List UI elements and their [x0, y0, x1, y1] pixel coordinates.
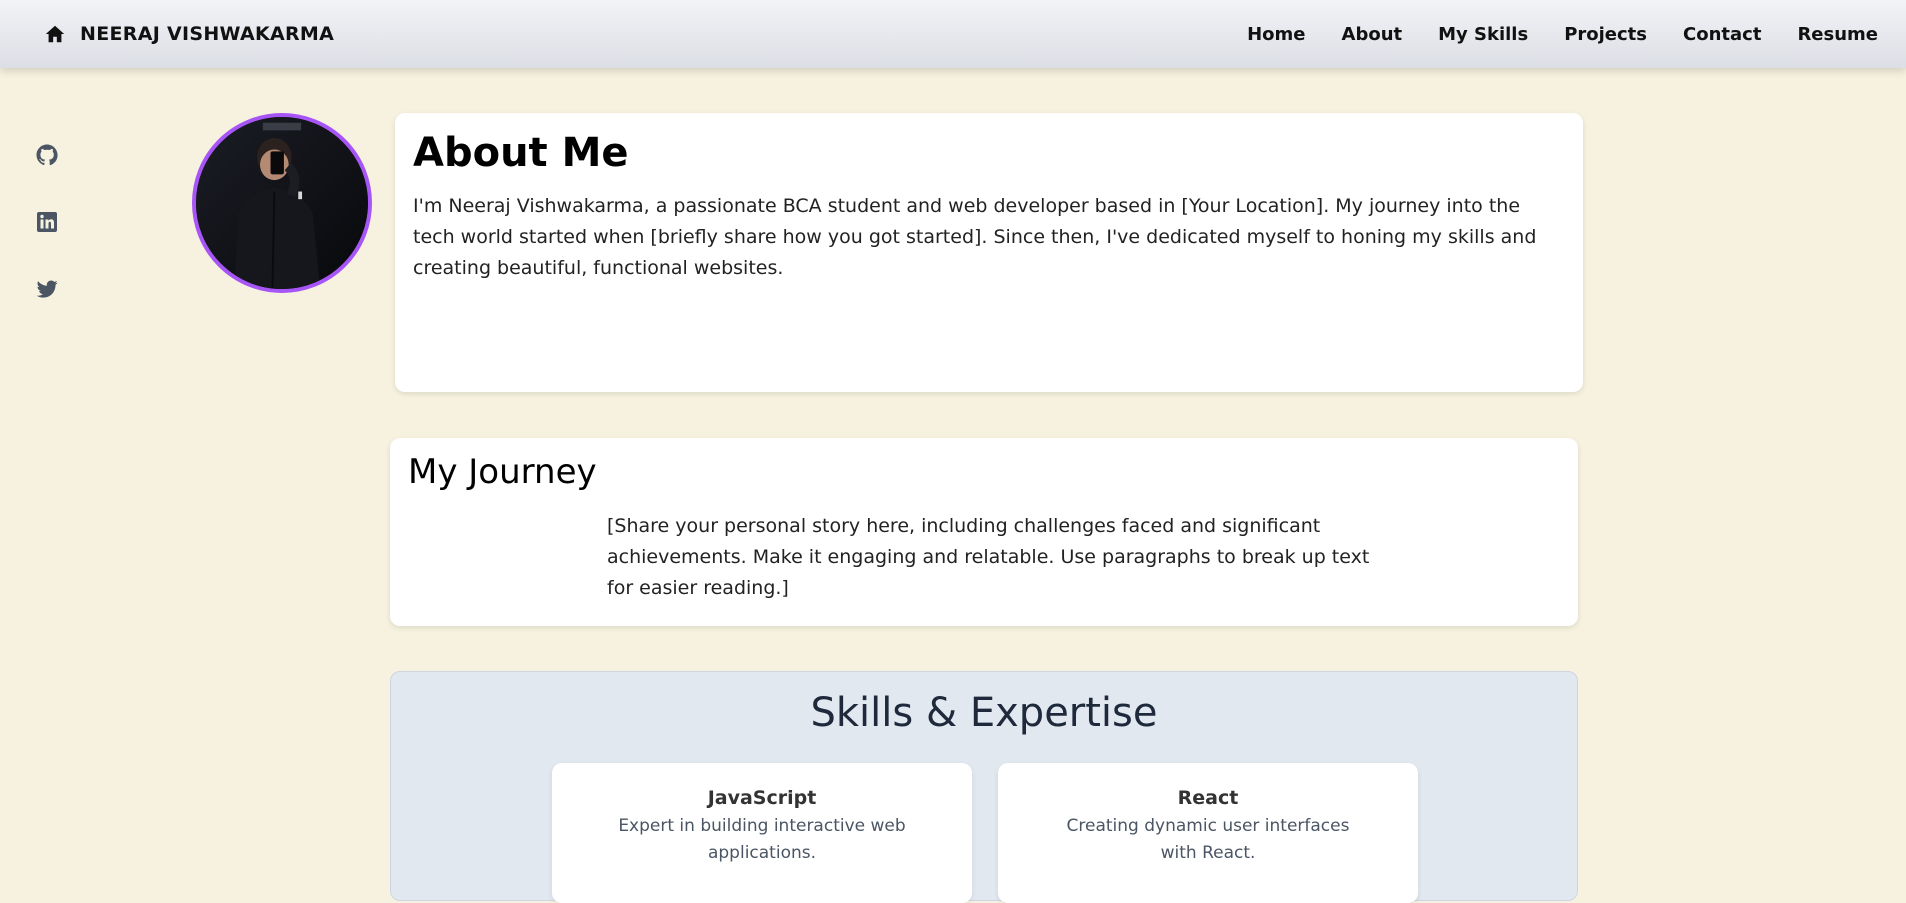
nav-contact[interactable]: Contact [1665, 24, 1779, 45]
nav-projects[interactable]: Projects [1546, 24, 1665, 45]
linkedin-icon[interactable] [35, 210, 59, 234]
skill-desc: Creating dynamic user interfaces with Re… [1066, 816, 1350, 863]
nav-resume[interactable]: Resume [1779, 24, 1896, 45]
social-links [35, 143, 59, 344]
about-text: I'm Neeraj Vishwakarma, a passionate BCA… [413, 195, 1537, 279]
brand-link[interactable]: NEERAJ VISHWAKARMA [44, 0, 334, 68]
skills-section: Skills & Expertise JavaScript Expert in … [390, 671, 1578, 903]
about-card: About Me I'm Neeraj Vishwakarma, a passi… [395, 113, 1583, 392]
nav-about[interactable]: About [1324, 24, 1421, 45]
journey-text: [Share your personal story here, includi… [607, 515, 1370, 600]
skill-name: React [1177, 787, 1239, 809]
nav-home[interactable]: Home [1229, 24, 1323, 45]
top-navbar: NEERAJ VISHWAKARMA Home About My Skills … [0, 0, 1906, 68]
profile-avatar [192, 113, 372, 293]
nav-my-skills[interactable]: My Skills [1420, 24, 1546, 45]
journey-card: My Journey [Share your personal story he… [390, 438, 1578, 626]
github-icon[interactable] [35, 143, 59, 167]
home-icon [45, 25, 65, 43]
journey-title: My Journey [408, 452, 597, 492]
twitter-icon[interactable] [35, 277, 59, 301]
main-nav: Home About My Skills Projects Contact Re… [1229, 0, 1896, 68]
skills-title: Skills & Expertise [810, 690, 1158, 736]
skill-card-javascript: JavaScript Expert in building interactiv… [552, 763, 972, 903]
about-title: About Me [413, 130, 629, 176]
skill-name: JavaScript [707, 787, 817, 809]
skill-desc: Expert in building interactive web appli… [618, 816, 906, 863]
skill-card-react: React Creating dynamic user interfaces w… [998, 763, 1418, 903]
brand-name: NEERAJ VISHWAKARMA [80, 23, 335, 45]
